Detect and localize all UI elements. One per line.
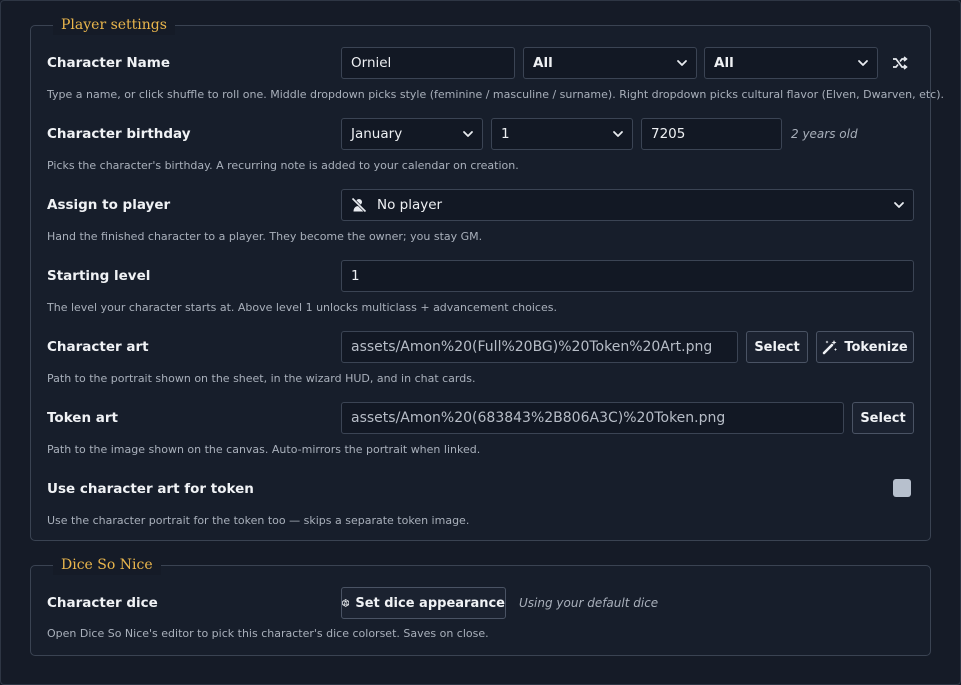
use-art-for-token-label: Use character art for token <box>47 481 254 497</box>
starting-level-value: 1 <box>351 268 360 284</box>
name-culture-select[interactable]: All <box>704 47 878 79</box>
birthday-day-select[interactable]: 1 <box>491 118 633 150</box>
name-style-select[interactable]: All <box>523 47 697 79</box>
chevron-down-icon <box>894 202 904 208</box>
name-culture-value: All <box>714 55 734 71</box>
player-settings-legend: Player settings <box>53 15 175 35</box>
user-slash-icon <box>351 197 367 213</box>
character-art-path-input[interactable]: assets/Amon%20(Full%20BG)%20Token%20Art.… <box>341 331 738 363</box>
set-dice-appearance-label: Set dice appearance <box>355 595 505 611</box>
character-dice-label: Character dice <box>47 595 158 611</box>
chevron-down-icon <box>463 131 473 137</box>
birthday-day-value: 1 <box>501 126 510 142</box>
starting-level-label: Starting level <box>47 268 151 284</box>
dice-so-nice-section: Dice So Nice Character dice Set dice app… <box>30 555 931 656</box>
birthday-label: Character birthday <box>47 126 191 142</box>
shuffle-icon[interactable] <box>891 54 909 72</box>
chevron-down-icon <box>677 60 687 66</box>
character-art-path-value: assets/Amon%20(Full%20BG)%20Token%20Art.… <box>351 339 713 355</box>
select-button-label: Select <box>860 410 906 426</box>
character-art-label: Character art <box>47 339 149 355</box>
assign-player-value: No player <box>377 197 443 213</box>
character-art-select-button[interactable]: Select <box>746 331 808 363</box>
character-name-value: Orniel <box>351 55 392 71</box>
birthday-year-input[interactable]: 7205 <box>641 118 782 150</box>
assign-player-hint: Hand the finished character to a player.… <box>47 230 483 243</box>
token-art-hint: Path to the image shown on the canvas. A… <box>47 443 481 456</box>
chevron-down-icon <box>858 60 868 66</box>
token-art-label: Token art <box>47 410 118 426</box>
birthday-month-select[interactable]: January <box>341 118 483 150</box>
use-art-for-token-checkbox[interactable] <box>893 479 911 497</box>
name-style-value: All <box>533 55 553 71</box>
character-name-label: Character Name <box>47 55 170 71</box>
character-name-hint: Type a name, or click shuffle to roll on… <box>47 88 945 101</box>
dice-default-note: Using your default dice <box>519 596 659 610</box>
magic-wand-icon <box>823 340 838 355</box>
assign-player-label: Assign to player <box>47 197 171 213</box>
birthday-year-value: 7205 <box>651 126 686 142</box>
starting-level-input[interactable]: 1 <box>341 260 914 292</box>
age-note: 2 years old <box>791 127 858 141</box>
assign-player-select[interactable]: No player <box>341 189 914 221</box>
dice-so-nice-legend: Dice So Nice <box>53 555 161 575</box>
token-art-path-value: assets/Amon%20(683843%2B806A3C)%20Token.… <box>351 410 726 426</box>
tokenize-button[interactable]: Tokenize <box>816 331 914 363</box>
set-dice-appearance-button[interactable]: Set dice appearance <box>341 587 506 619</box>
birthday-hint: Picks the character's birthday. A recurr… <box>47 159 519 172</box>
use-art-for-token-hint: Use the character portrait for the token… <box>47 514 470 527</box>
token-art-path-input[interactable]: assets/Amon%20(683843%2B806A3C)%20Token.… <box>341 402 844 434</box>
character-dice-hint: Open Dice So Nice's editor to pick this … <box>47 627 489 640</box>
player-settings-section: Player settings Character Name Orniel Al… <box>30 15 944 541</box>
select-button-label: Select <box>754 339 800 355</box>
tokenize-button-label: Tokenize <box>844 339 908 355</box>
dice-d20-icon <box>342 599 350 607</box>
character-art-hint: Path to the portrait shown on the sheet,… <box>47 372 476 385</box>
chevron-down-icon <box>613 131 623 137</box>
birthday-month-value: January <box>351 126 403 142</box>
starting-level-hint: The level your character starts at. Abov… <box>47 301 557 314</box>
character-name-input[interactable]: Orniel <box>341 47 515 79</box>
token-art-select-button[interactable]: Select <box>852 402 914 434</box>
